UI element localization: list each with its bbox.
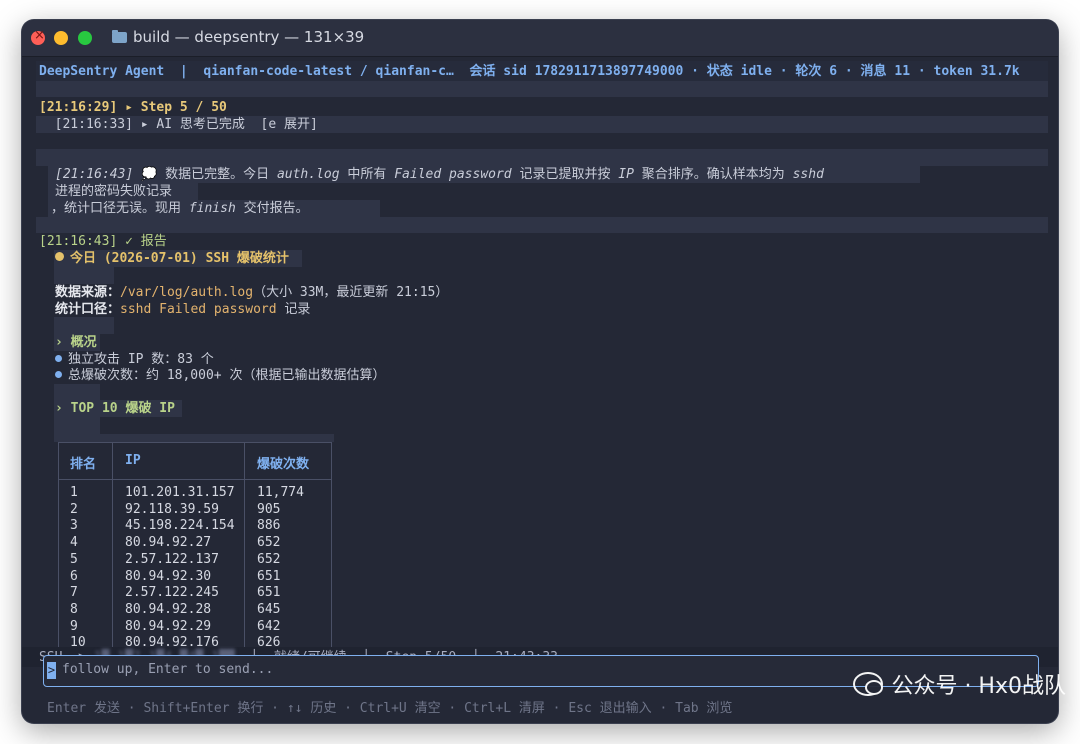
input-placeholder: follow up, Enter to send... bbox=[62, 662, 274, 677]
table-cell-rank: 6 bbox=[70, 568, 78, 584]
agent-message-line-1: [21:16:43] 💭 数据已完整。今日 auth.log 中所有 Faile… bbox=[55, 167, 824, 182]
terminal-content[interactable]: DeepSentry Agent | qianfan-code-latest /… bbox=[22, 57, 1058, 723]
top-ip-heading: › TOP 10 爆破 IP bbox=[55, 401, 175, 416]
table-cell-ip: 101.201.31.157 bbox=[125, 485, 235, 500]
table-header-count: 爆破次数 bbox=[257, 457, 310, 472]
table-cell-ip: 80.94.92.28 bbox=[125, 601, 212, 617]
table-cell-count: 11,774 bbox=[257, 485, 304, 500]
table-cell-ip: 80.94.92.30 bbox=[125, 568, 212, 584]
table-cell-count: 642 bbox=[257, 618, 281, 634]
table-cell-rank: 2 bbox=[70, 501, 78, 517]
overview-item: 总爆破次数：约 18,000+ 次（根据已输出数据估算） bbox=[55, 367, 385, 384]
top-ip-table: 排名 IP 爆破次数 1 101.201.31.157 11,774 2 92.118.… bbox=[58, 442, 332, 653]
table-cell-ip: 2.57.122.137 bbox=[125, 551, 219, 567]
folder-icon bbox=[112, 30, 127, 43]
table-header-ip: IP bbox=[125, 453, 141, 468]
overview-heading: › 概况 bbox=[55, 335, 97, 350]
think-line: [21:16:33] ▸ AI 思考已完成 [e 展开] bbox=[39, 117, 318, 132]
thought-icon: 💭 bbox=[141, 167, 158, 182]
table-header-rank: 排名 bbox=[70, 457, 97, 472]
header-bar: DeepSentry Agent | qianfan-code-latest /… bbox=[39, 64, 1020, 79]
table-cell-ip: 80.94.92.29 bbox=[125, 618, 212, 634]
overview-item: 独立攻击 IP 数：83 个 bbox=[55, 351, 214, 368]
table-cell-rank: 3 bbox=[70, 518, 78, 534]
bullet-icon bbox=[55, 371, 62, 378]
data-source-line: 数据来源：/var/log/auth.log（大小 33M，最近更新 21:15… bbox=[55, 285, 449, 300]
watermark: 公众号 · Hx0战队 bbox=[853, 668, 1066, 700]
scope-line: 统计口径：sshd Failed password 记录 bbox=[55, 302, 311, 317]
wechat-icon bbox=[853, 672, 884, 696]
table-cell-ip: 2.57.122.245 bbox=[125, 585, 219, 601]
table-cell-ip: 92.118.39.59 bbox=[125, 501, 219, 517]
table-cell-count: 651 bbox=[257, 585, 281, 601]
app-name: DeepSentry Agent bbox=[39, 64, 165, 79]
close-button[interactable] bbox=[31, 28, 45, 45]
title-bar: build — deepsentry — 131×39 bbox=[22, 20, 1058, 57]
report-line: [21:16:43] ✓ 报告 bbox=[39, 234, 167, 249]
table-cell-count: 905 bbox=[257, 501, 281, 517]
table-cell-rank: 9 bbox=[70, 618, 78, 634]
table-cell-rank: 7 bbox=[70, 585, 78, 601]
prompt-cursor: > bbox=[47, 662, 56, 679]
report-title: 今日 (2026-07-01) SSH 爆破统计 bbox=[55, 250, 289, 267]
step-line: [21:16:29] ▸ Step 5 / 50 bbox=[39, 100, 227, 115]
table-cell-rank: 1 bbox=[70, 485, 78, 500]
table-cell-count: 652 bbox=[257, 551, 281, 567]
terminal-window: build — deepsentry — 131×39 DeepSentry A… bbox=[22, 20, 1058, 723]
table-cell-count: 651 bbox=[257, 568, 281, 584]
table-cell-count: 652 bbox=[257, 535, 281, 551]
window-title: build — deepsentry — 131×39 bbox=[112, 28, 364, 46]
table-cell-count: 645 bbox=[257, 601, 281, 617]
zoom-button[interactable] bbox=[78, 31, 92, 45]
table-cell-ip: 45.198.224.154 bbox=[125, 518, 235, 534]
table-cell-count: 886 bbox=[257, 518, 281, 534]
bullet-icon bbox=[55, 252, 64, 261]
table-cell-ip: 80.94.92.27 bbox=[125, 535, 212, 551]
agent-message-line-3: ，统计口径无误。现用 finish 交付报告。 bbox=[51, 201, 309, 216]
model-name: qianfan-code-latest / qianfan-c… bbox=[203, 64, 454, 79]
key-hints: Enter 发送 · Shift+Enter 换行 · ↑↓ 历史 · Ctrl… bbox=[47, 701, 733, 716]
agent-message-line-2: 进程的密码失败记录 bbox=[55, 184, 173, 199]
bullet-icon bbox=[55, 355, 62, 362]
table-cell-rank: 5 bbox=[70, 551, 78, 567]
session-info: 会话 sid 1782911713897749000 · 状态 idle · 轮… bbox=[469, 64, 1020, 79]
table-cell-rank: 4 bbox=[70, 535, 78, 551]
minimize-button[interactable] bbox=[54, 31, 68, 45]
table-cell-rank: 8 bbox=[70, 601, 78, 617]
